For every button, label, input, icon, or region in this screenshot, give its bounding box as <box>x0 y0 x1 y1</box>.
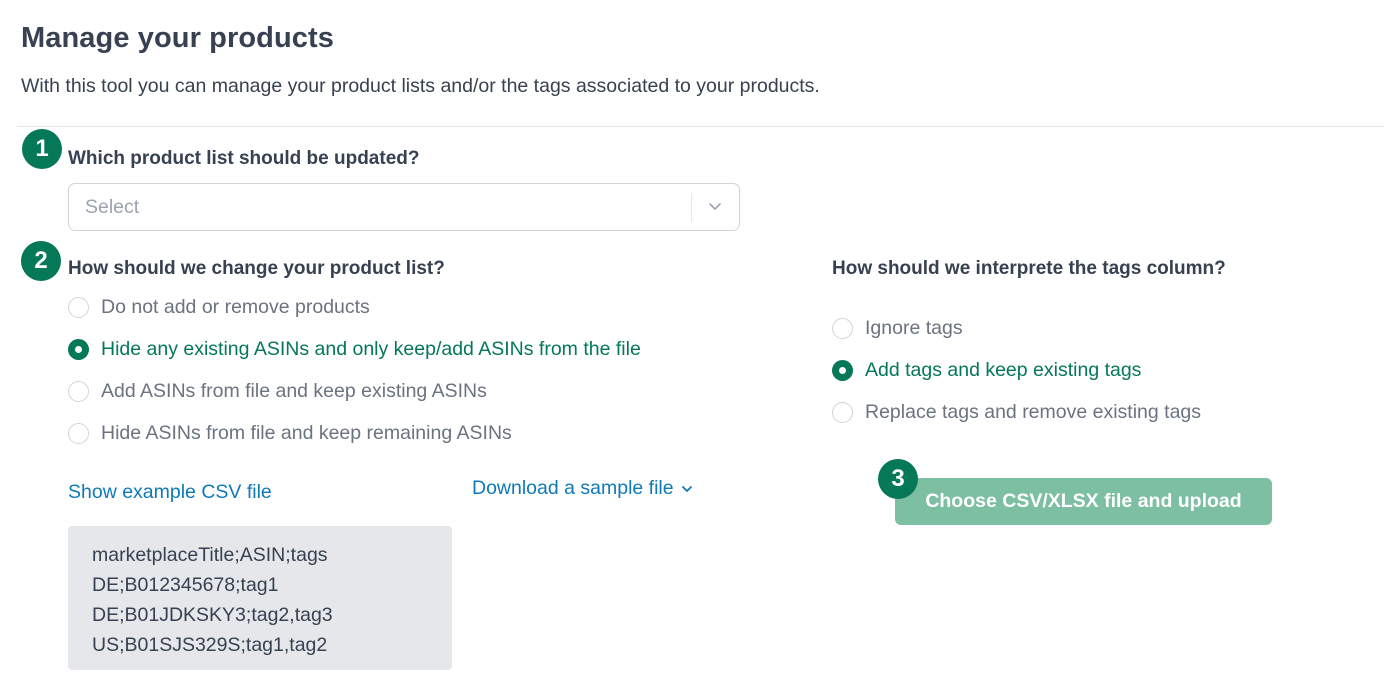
radio-button-selected[interactable] <box>832 360 853 381</box>
radio-option-add-tags[interactable]: Add tags and keep existing tags <box>832 359 1141 382</box>
radio-label: Ignore tags <box>865 317 963 339</box>
radio-button[interactable] <box>68 381 89 402</box>
download-sample-label: Download a sample file <box>472 477 674 499</box>
radio-button[interactable] <box>832 402 853 423</box>
page-title: Manage your products <box>21 22 334 54</box>
radio-label: Do not add or remove products <box>101 296 370 318</box>
step-badge-1: 1 <box>22 129 62 169</box>
select-separator <box>691 193 692 222</box>
radio-option-replace-tags[interactable]: Replace tags and remove existing tags <box>832 401 1201 424</box>
change-list-heading: How should we change your product list? <box>68 258 445 279</box>
radio-button[interactable] <box>832 318 853 339</box>
radio-button[interactable] <box>68 297 89 318</box>
csv-line: DE;B01JDKSKY3;tag2,tag3 <box>92 604 333 626</box>
csv-line: marketplaceTitle;ASIN;tags <box>92 544 328 566</box>
divider <box>17 126 1384 127</box>
radio-button[interactable] <box>68 423 89 444</box>
page-subtitle: With this tool you can manage your produ… <box>21 75 820 97</box>
radio-option-hide-existing[interactable]: Hide any existing ASINs and only keep/ad… <box>68 338 641 361</box>
chevron-down-icon[interactable] <box>707 198 723 214</box>
step-badge-3: 3 <box>878 459 918 499</box>
example-csv-block: marketplaceTitle;ASIN;tags DE;B012345678… <box>68 526 452 670</box>
radio-option-hide-from-file[interactable]: Hide ASINs from file and keep remaining … <box>68 422 512 445</box>
radio-label: Add ASINs from file and keep existing AS… <box>101 380 487 402</box>
radio-option-no-change[interactable]: Do not add or remove products <box>68 296 370 319</box>
csv-line: US;B01SJS329S;tag1,tag2 <box>92 634 328 656</box>
download-sample-link[interactable]: Download a sample file <box>472 477 694 500</box>
csv-line: DE;B012345678;tag1 <box>92 574 279 596</box>
radio-option-add-keep[interactable]: Add ASINs from file and keep existing AS… <box>68 380 487 403</box>
step-badge-2: 2 <box>21 241 61 281</box>
radio-label: Hide ASINs from file and keep remaining … <box>101 422 512 444</box>
show-example-csv-link[interactable]: Show example CSV file <box>68 481 272 504</box>
select-placeholder: Select <box>85 196 140 218</box>
upload-file-button[interactable]: Choose CSV/XLSX file and upload <box>895 478 1272 525</box>
radio-label: Replace tags and remove existing tags <box>865 401 1202 423</box>
product-list-heading: Which product list should be updated? <box>68 148 420 169</box>
radio-button-selected[interactable] <box>68 339 89 360</box>
radio-label: Hide any existing ASINs and only keep/ad… <box>101 338 641 360</box>
tags-heading: How should we interprete the tags column… <box>832 258 1226 279</box>
radio-label: Add tags and keep existing tags <box>865 359 1142 381</box>
chevron-down-icon <box>681 485 692 492</box>
radio-option-ignore-tags[interactable]: Ignore tags <box>832 317 963 340</box>
product-list-select[interactable]: Select <box>68 183 740 231</box>
